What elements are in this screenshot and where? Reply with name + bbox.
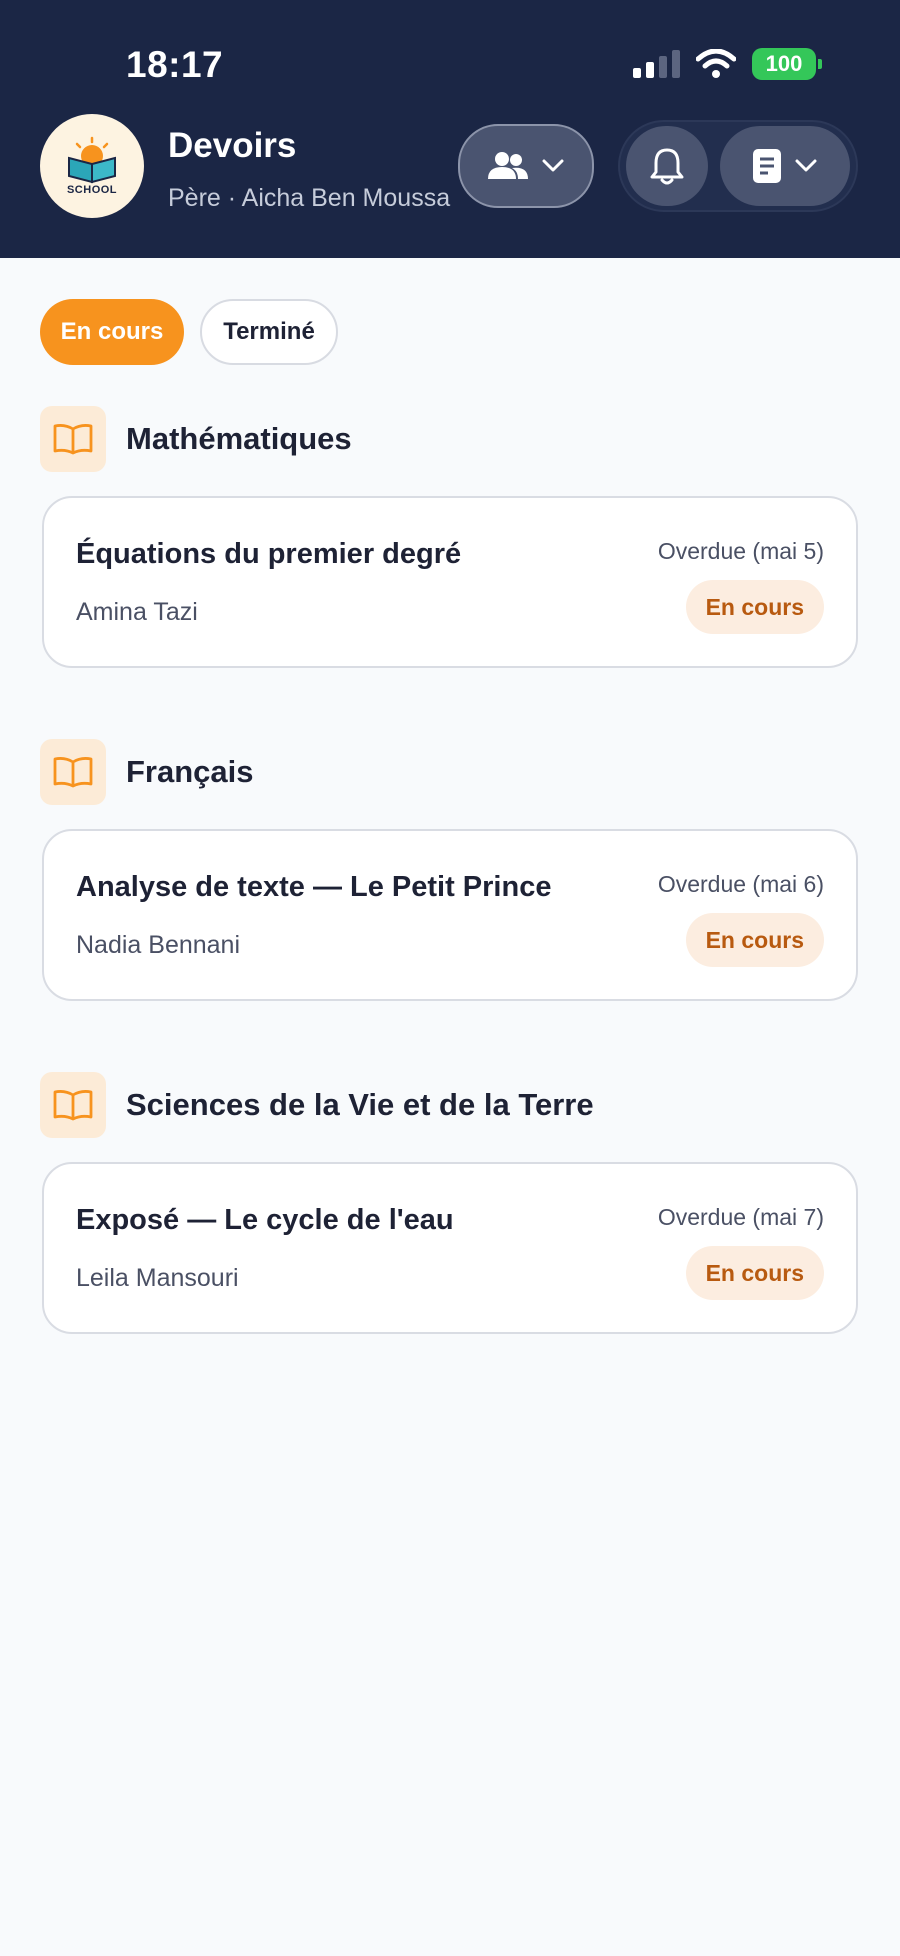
assignment-teacher: Leila Mansouri <box>76 1264 239 1292</box>
chevron-down-icon <box>542 159 564 172</box>
assignment-teacher: Amina Tazi <box>76 598 198 626</box>
assignment-due-date: Overdue (mai 7) <box>657 1204 824 1230</box>
wifi-icon <box>696 49 736 78</box>
assignment-title: Équations du premier degré <box>76 538 462 570</box>
document-icon <box>753 149 781 183</box>
tab-en-cours[interactable]: En cours <box>40 299 184 365</box>
subject-title: Sciences de la Vie et de la Terre <box>126 1087 594 1122</box>
book-icon <box>40 739 106 805</box>
subject-title: Français <box>126 754 254 789</box>
section-header-mathematiques: Mathématiques <box>40 406 352 472</box>
page-subtitle: Père · Aicha Ben Moussa <box>168 184 451 212</box>
battery-level: 100 <box>765 51 803 76</box>
assignment-due-date: Overdue (mai 5) <box>657 538 824 564</box>
section-header-svt: Sciences de la Vie et de la Terre <box>40 1072 594 1138</box>
battery-icon: 100 <box>752 48 822 80</box>
subject-title: Mathématiques <box>126 421 352 456</box>
book-icon <box>40 1072 106 1138</box>
assignment-card[interactable]: Exposé — Le cycle de l'eau Leila Mansour… <box>42 1162 858 1334</box>
status-badge: En cours <box>685 913 824 967</box>
section-header-francais: Français <box>40 739 254 805</box>
assignment-card[interactable]: Analyse de texte — Le Petit Prince Nadia… <box>42 829 858 1001</box>
signal-icon <box>633 50 680 78</box>
app-header: 18:17 100 SCHOOL Devoirs Père · Aicha Be… <box>0 0 900 258</box>
status-time: 18:17 <box>126 44 224 85</box>
school-logo-text: SCHOOL <box>66 184 118 196</box>
assignment-title: Exposé — Le cycle de l'eau <box>76 1204 454 1236</box>
page-title: Devoirs <box>168 126 297 165</box>
status-icons: 100 <box>633 48 822 80</box>
assignment-title: Analyse de texte — Le Petit Prince <box>76 871 552 903</box>
users-icon <box>488 152 528 179</box>
status-badge: En cours <box>685 580 824 634</box>
assignment-teacher: Nadia Bennani <box>76 931 241 959</box>
school-logo: SCHOOL <box>40 114 144 218</box>
assignment-card[interactable]: Équations du premier degré Amina Tazi Ov… <box>42 496 858 668</box>
status-badge: En cours <box>685 1246 824 1300</box>
school-logo-icon <box>68 136 116 184</box>
tab-termine[interactable]: Terminé <box>200 299 338 365</box>
documents-menu-button[interactable] <box>720 126 850 206</box>
bell-icon <box>650 148 684 185</box>
notifications-button[interactable] <box>626 126 708 206</box>
chevron-down-icon <box>795 159 817 172</box>
book-icon <box>40 406 106 472</box>
assignment-due-date: Overdue (mai 6) <box>657 871 824 897</box>
child-switcher-button[interactable] <box>458 124 594 208</box>
